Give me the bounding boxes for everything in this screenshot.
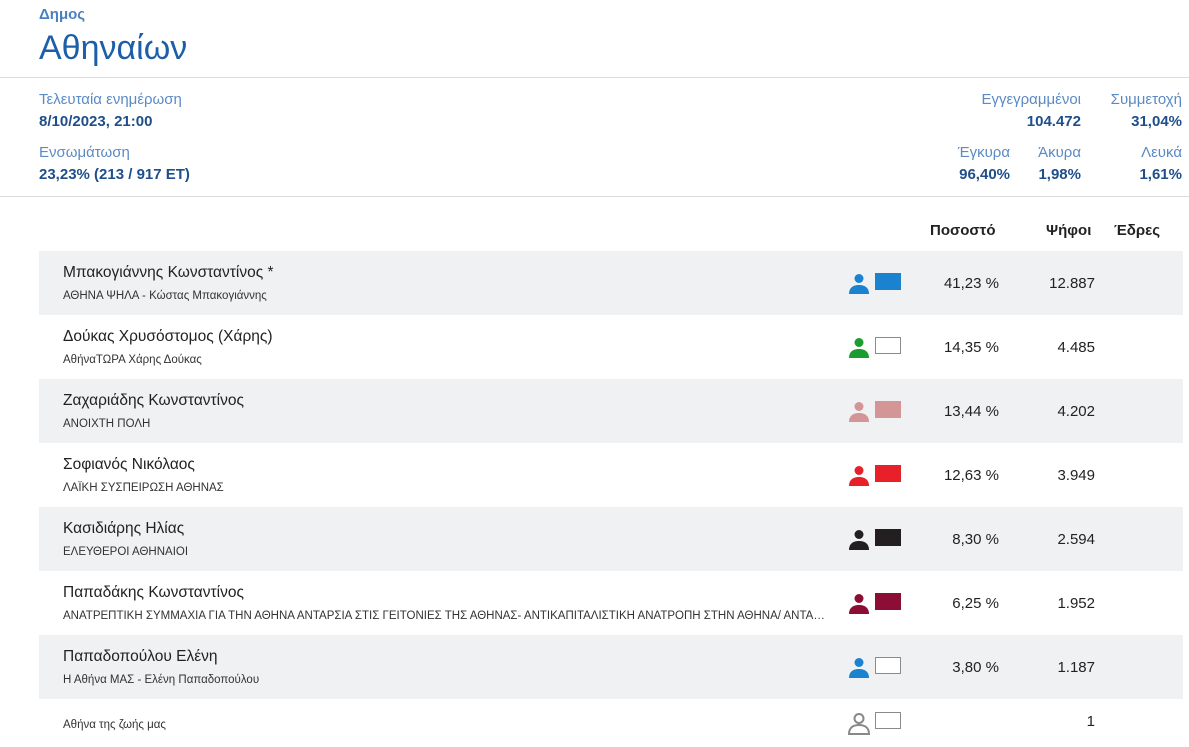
invalid-label: Άκυρα <box>1038 144 1081 161</box>
last-update-label: Τελευταία ενημέρωση <box>39 91 182 108</box>
results-table: Μπακογιάννης Κωνσταντίνος * ΑΘΗΝΑ ΨΗΛΑ - … <box>39 251 1183 739</box>
party-name: ΑΘΗΝΑ ΨΗΛΑ - Κώστας Μπακογιάννης <box>63 290 267 302</box>
table-row[interactable]: Αθήνα της ζωής μας 1 <box>39 699 1183 739</box>
column-header-votes: Ψήφοι <box>1046 222 1092 239</box>
page-title: Αθηναίων <box>39 29 188 67</box>
candidate-name: Κασιδιάρης Ηλίας <box>63 520 185 537</box>
page-header: Δημος Αθηναίων <box>39 6 187 70</box>
party-name: ΑΝΑΤΡΕΠΤΙΚΗ ΣΥΜΜΑΧΙΑ ΓΙΑ ΤΗΝ ΑΘΗΝΑ ΑΝΤΑΡ… <box>63 610 831 622</box>
column-header-percent: Ποσοστό <box>930 222 996 239</box>
table-row[interactable]: Κασιδιάρης Ηλίας ΕΛΕΥΘΕΡΟΙ ΑΘΗΝΑΙΟΙ 8,30 %… <box>39 507 1183 571</box>
vote-count: 1.187 <box>1057 659 1095 676</box>
vote-percentage: 8,30 % <box>952 531 999 548</box>
vote-percentage: 12,63 % <box>943 467 999 484</box>
column-header-seats: Έδρες <box>1114 222 1161 239</box>
vote-percentage: 41,23 % <box>943 275 999 292</box>
table-row[interactable]: Ζαχαριάδης Κωνσταντίνος ΑΝΟΙΧΤΗ ΠΟΛΗ 13,44… <box>39 379 1183 443</box>
vote-percentage: 14,35 % <box>943 339 999 356</box>
vote-count: 1 <box>1086 713 1095 730</box>
party-name: ΑθήναΤΩΡΑ Χάρης Δούκας <box>63 354 202 366</box>
candidate-name: Μπακογιάννης Κωνσταντίνος * <box>63 264 274 281</box>
person-icon <box>849 274 869 294</box>
divider <box>0 77 1189 78</box>
invalid-value: 1,98% <box>1038 166 1081 183</box>
vote-count: 2.594 <box>1057 531 1095 548</box>
person-icon <box>849 594 869 614</box>
vote-percentage: 13,44 % <box>943 403 999 420</box>
person-icon <box>849 402 869 422</box>
blank-value: 1,61% <box>1139 166 1182 183</box>
vote-count: 12.887 <box>1049 275 1095 292</box>
vote-count: 1.952 <box>1057 595 1095 612</box>
party-color-swatch <box>875 401 901 418</box>
blank-label: Λευκά <box>1141 144 1182 161</box>
vote-percentage: 6,25 % <box>952 595 999 612</box>
party-name: Αθήνα της ζωής μας <box>63 719 166 731</box>
table-row[interactable]: Σοφιανός Νικόλαος ΛΑΪΚΗ ΣΥΣΠΕΙΡΩΣΗ ΑΘΗΝΑΣ… <box>39 443 1183 507</box>
person-outline-icon <box>847 713 871 735</box>
integration-value: 23,23% (213 / 917 ΕΤ) <box>39 166 190 183</box>
table-row[interactable]: Μπακογιάννης Κωνσταντίνος * ΑΘΗΝΑ ΨΗΛΑ - … <box>39 251 1183 315</box>
candidate-name: Παπαδάκης Κωνσταντίνος <box>63 584 244 601</box>
table-row[interactable]: Δούκας Χρυσόστομος (Χάρης) ΑθήναΤΩΡΑ Χάρη… <box>39 315 1183 379</box>
person-icon <box>849 466 869 486</box>
person-icon <box>849 338 869 358</box>
party-name: Η Αθήνα ΜΑΣ - Ελένη Παπαδοπούλου <box>63 674 260 686</box>
party-color-swatch <box>875 529 901 546</box>
last-update-value: 8/10/2023, 21:00 <box>39 113 153 130</box>
party-color-swatch <box>875 593 901 610</box>
valid-label: Έγκυρα <box>957 144 1010 161</box>
divider <box>0 196 1189 197</box>
table-row[interactable]: Παπαδάκης Κωνσταντίνος ΑΝΑΤΡΕΠΤΙΚΗ ΣΥΜΜΑΧ… <box>39 571 1183 635</box>
turnout-label: Συμμετοχή <box>1110 91 1182 108</box>
municipality-type: Δημος <box>39 6 86 23</box>
party-name: ΛΑΪΚΗ ΣΥΣΠΕΙΡΩΣΗ ΑΘΗΝΑΣ <box>63 482 224 494</box>
vote-count: 4.485 <box>1057 339 1095 356</box>
party-color-swatch <box>875 273 901 290</box>
registered-label: Εγγεγραμμένοι <box>981 91 1081 108</box>
candidate-name: Παπαδοπούλου Ελένη <box>63 648 218 665</box>
party-name: ΕΛΕΥΘΕΡΟΙ ΑΘΗΝΑΙΟΙ <box>63 546 189 558</box>
party-color-swatch <box>875 712 901 729</box>
integration-label: Ενσωμάτωση <box>39 144 130 161</box>
vote-count: 4.202 <box>1057 403 1095 420</box>
candidate-name: Σοφιανός Νικόλαος <box>63 456 195 473</box>
registered-value: 104.472 <box>1026 113 1081 130</box>
vote-count: 3.949 <box>1057 467 1095 484</box>
vote-percentage: 3,80 % <box>952 659 999 676</box>
valid-value: 96,40% <box>959 166 1010 183</box>
person-icon <box>849 658 869 678</box>
party-name: ΑΝΟΙΧΤΗ ΠΟΛΗ <box>63 418 151 430</box>
candidate-name: Δούκας Χρυσόστομος (Χάρης) <box>63 328 273 345</box>
party-color-swatch <box>875 657 901 674</box>
turnout-value: 31,04% <box>1131 113 1182 130</box>
table-row[interactable]: Παπαδοπούλου Ελένη Η Αθήνα ΜΑΣ - Ελένη Πα… <box>39 635 1183 699</box>
party-color-swatch <box>875 337 901 354</box>
party-color-swatch <box>875 465 901 482</box>
person-icon <box>849 530 869 550</box>
candidate-name: Ζαχαριάδης Κωνσταντίνος <box>63 392 244 409</box>
